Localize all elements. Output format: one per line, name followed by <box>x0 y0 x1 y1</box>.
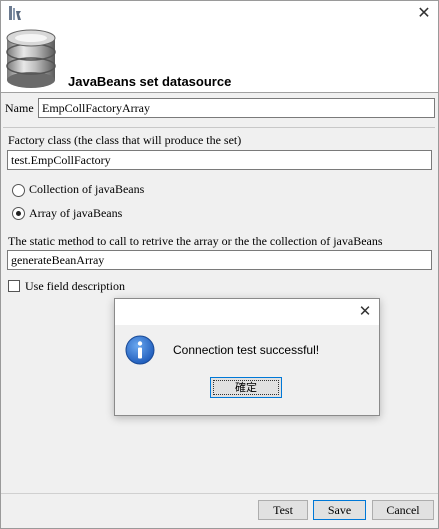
use-field-description-checkbox[interactable] <box>8 280 20 292</box>
focus-ring <box>213 380 279 395</box>
info-icon <box>125 335 155 365</box>
radio-selected-dot <box>16 211 21 216</box>
ok-button[interactable]: 確定 <box>210 377 282 398</box>
static-method-label: The static method to call to retrive the… <box>8 234 383 248</box>
title-bar <box>1 1 438 27</box>
header-divider <box>1 92 438 93</box>
name-label: Name <box>5 101 34 115</box>
message-text: Connection test successful! <box>173 343 320 357</box>
app-icon <box>9 6 21 20</box>
cancel-button[interactable]: Cancel <box>372 500 434 520</box>
radio-collection[interactable] <box>12 184 25 197</box>
name-field[interactable]: EmpCollFactoryArray <box>38 98 435 118</box>
save-button[interactable]: Save <box>313 500 366 520</box>
factory-class-field[interactable]: test.EmpCollFactory <box>7 150 432 170</box>
window-close-button[interactable]: ✕ <box>412 2 436 24</box>
test-button[interactable]: Test <box>258 500 308 520</box>
factory-class-label: Factory class (the class that will produ… <box>8 133 242 147</box>
dialog-title: JavaBeans set datasource <box>68 74 232 89</box>
footer-divider <box>1 493 438 494</box>
radio-array-label[interactable]: Array of javaBeans <box>29 206 122 221</box>
static-method-field[interactable]: generateBeanArray <box>7 250 432 270</box>
message-dialog: ✕ Connection test successful! 確定 <box>114 298 380 416</box>
message-close-button[interactable]: ✕ <box>355 301 375 321</box>
radio-array[interactable] <box>12 207 25 220</box>
radio-collection-label[interactable]: Collection of javaBeans <box>29 182 144 197</box>
database-icon <box>6 29 56 88</box>
use-field-description-label[interactable]: Use field description <box>25 279 125 294</box>
